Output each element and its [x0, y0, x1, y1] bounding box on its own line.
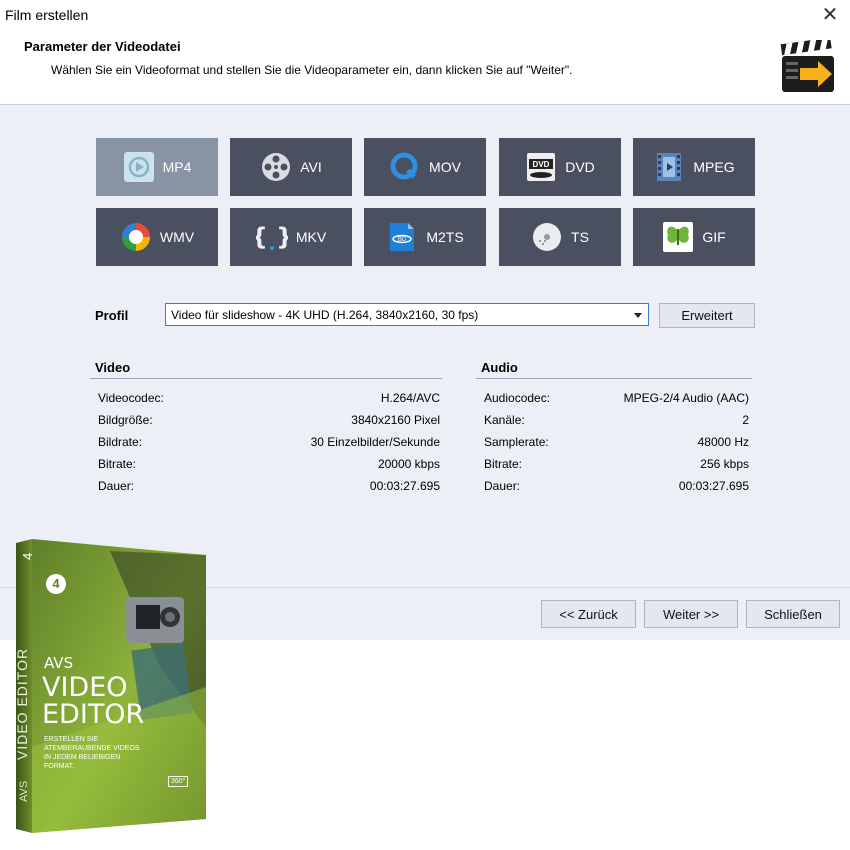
box-tagline-1: ERSTELLEN SIE — [44, 736, 99, 743]
video-row: Bitrate: 20000 kbps — [98, 457, 440, 473]
profile-label: Profil — [95, 308, 129, 323]
audio-value: 48000 Hz — [697, 435, 749, 449]
profile-select-value: Video für slideshow - 4K UHD (H.264, 384… — [171, 308, 479, 322]
audio-value: 2 — [742, 413, 749, 427]
page-subtitle: Wählen Sie ein Videoformat und stellen S… — [51, 63, 573, 77]
format-label: AVI — [300, 159, 322, 175]
butterfly-icon — [662, 221, 694, 253]
format-gif-button[interactable]: GIF — [633, 208, 755, 266]
box-tagline-2: ATEMBERAUBENDE VIDEOS — [44, 745, 140, 752]
next-button[interactable]: Weiter >> — [644, 600, 738, 628]
audio-key: Dauer: — [484, 479, 521, 493]
close-icon[interactable]: ✕ — [818, 3, 842, 27]
format-label: GIF — [702, 229, 726, 245]
format-label: M2TS — [426, 229, 464, 245]
wmv-icon — [120, 221, 152, 253]
profile-select[interactable]: Video für slideshow - 4K UHD (H.264, 384… — [165, 303, 649, 326]
audio-value: 256 kbps — [700, 457, 749, 471]
video-value: 3840x2160 Pixel — [351, 413, 440, 427]
box-tagline-3: IN JEDEM BELIEBIGEN — [44, 754, 121, 761]
video-value: 00:03:27.695 — [369, 479, 440, 493]
format-label: MOV — [429, 159, 461, 175]
clapperboard-arrow-icon — [780, 40, 834, 92]
audio-value: 00:03:27.695 — [678, 479, 749, 493]
disc-icon — [531, 221, 563, 253]
video-row: Videocodec: H.264/AVC — [98, 391, 440, 407]
box-brand: AVS — [44, 654, 74, 672]
format-ts-button[interactable]: TS — [499, 208, 621, 266]
video-key: Dauer: — [98, 479, 135, 493]
box-title-line1: VIDEO — [42, 672, 128, 703]
box-tagline-4: FORMAT. — [44, 763, 75, 770]
film-reel-icon — [260, 151, 292, 183]
video-row: Dauer: 00:03:27.695 — [98, 479, 440, 495]
page-title: Parameter der Videodatei — [24, 39, 181, 54]
audio-row: Dauer: 00:03:27.695 — [484, 479, 749, 495]
window-title: Film erstellen — [5, 7, 89, 23]
audio-row: Audiocodec: MPEG-2/4 Audio (AAC) — [484, 391, 749, 407]
format-label: DVD — [565, 159, 595, 175]
video-key: Bildrate: — [98, 435, 143, 449]
dropdown-arrow-icon[interactable] — [634, 313, 642, 318]
audio-row: Bitrate: 256 kbps — [484, 457, 749, 473]
video-section-title: Video — [95, 360, 131, 375]
audio-value: MPEG-2/4 Audio (AAC) — [623, 391, 749, 405]
audio-key: Bitrate: — [484, 457, 523, 471]
format-dvd-button[interactable]: DVD DVD — [499, 138, 621, 196]
video-row: Bildrate: 30 Einzelbilder/Sekunde — [98, 435, 440, 451]
box-spine-brand: AVS — [18, 780, 30, 802]
video-section-divider — [90, 378, 442, 379]
audio-key: Audiocodec: — [484, 391, 551, 405]
video-row: Bildgröße: 3840x2160 Pixel — [98, 413, 440, 429]
format-mp4-button[interactable]: MP4 — [96, 138, 218, 196]
format-label: MP4 — [162, 159, 192, 175]
box-title-line2: EDITOR — [42, 699, 145, 730]
video-key: Bitrate: — [98, 457, 137, 471]
format-avi-button[interactable]: AVI — [230, 138, 352, 196]
format-wmv-button[interactable]: WMV — [96, 208, 218, 266]
format-label: WMV — [159, 229, 195, 245]
format-label: TS — [571, 229, 589, 245]
format-label: MPEG — [693, 159, 735, 175]
quicktime-icon — [389, 151, 421, 183]
format-mov-button[interactable]: MOV — [364, 138, 486, 196]
mp4-icon — [123, 151, 155, 183]
video-key: Videocodec: — [98, 391, 164, 405]
svg-text:BD: BD — [398, 237, 407, 243]
advanced-button[interactable]: Erweitert — [659, 303, 755, 328]
video-key: Bildgröße: — [98, 413, 153, 427]
audio-section-title: Audio — [481, 360, 518, 375]
close-button[interactable]: Schließen — [746, 600, 840, 628]
box-spine-logo: 4 — [20, 552, 35, 560]
box-spine-title: VIDEO EDITOR — [14, 647, 30, 760]
box-360-badge: 360° — [168, 776, 189, 787]
mkv-braces-icon: { } — [256, 221, 288, 253]
dvd-icon: DVD — [525, 151, 557, 183]
film-strip-icon — [653, 151, 685, 183]
dialog-header: Parameter der Videodatei Wählen Sie ein … — [0, 30, 850, 105]
format-label: MKV — [295, 229, 327, 245]
audio-row: Samplerate: 48000 Hz — [484, 435, 749, 451]
bluray-icon: BD — [386, 221, 418, 253]
audio-key: Kanäle: — [484, 413, 525, 427]
audio-row: Kanäle: 2 — [484, 413, 749, 429]
video-value: 30 Einzelbilder/Sekunde — [310, 435, 440, 449]
audio-key: Samplerate: — [484, 435, 549, 449]
video-value: 20000 kbps — [377, 457, 440, 471]
svg-text:DVD: DVD — [533, 160, 550, 169]
video-value: H.264/AVC — [380, 391, 440, 405]
back-button[interactable]: << Zurück — [541, 600, 636, 628]
title-bar: Film erstellen ✕ — [0, 0, 850, 30]
format-mkv-button[interactable]: { } MKV — [230, 208, 352, 266]
format-m2ts-button[interactable]: BD M2TS — [364, 208, 486, 266]
audio-section-divider — [476, 378, 752, 379]
format-mpeg-button[interactable]: MPEG — [633, 138, 755, 196]
box-logo: 4 — [46, 574, 66, 594]
